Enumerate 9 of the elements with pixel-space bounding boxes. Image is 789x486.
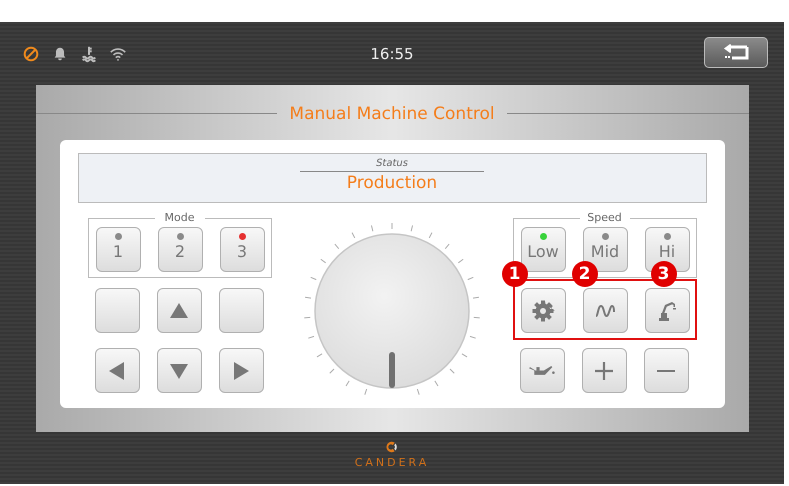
brand-name: CANDERA: [354, 456, 430, 469]
mode-label: Mode: [154, 211, 204, 224]
callout-tooltip: 1: [502, 261, 528, 287]
speed-label: Speed: [580, 211, 630, 224]
panel-title: Manual Machine Control: [289, 104, 495, 124]
status-value: Production: [346, 173, 438, 193]
status-label: Status: [300, 158, 484, 172]
clock-time: 16:55: [369, 44, 415, 62]
callout-tooltip: 2: [572, 261, 598, 287]
